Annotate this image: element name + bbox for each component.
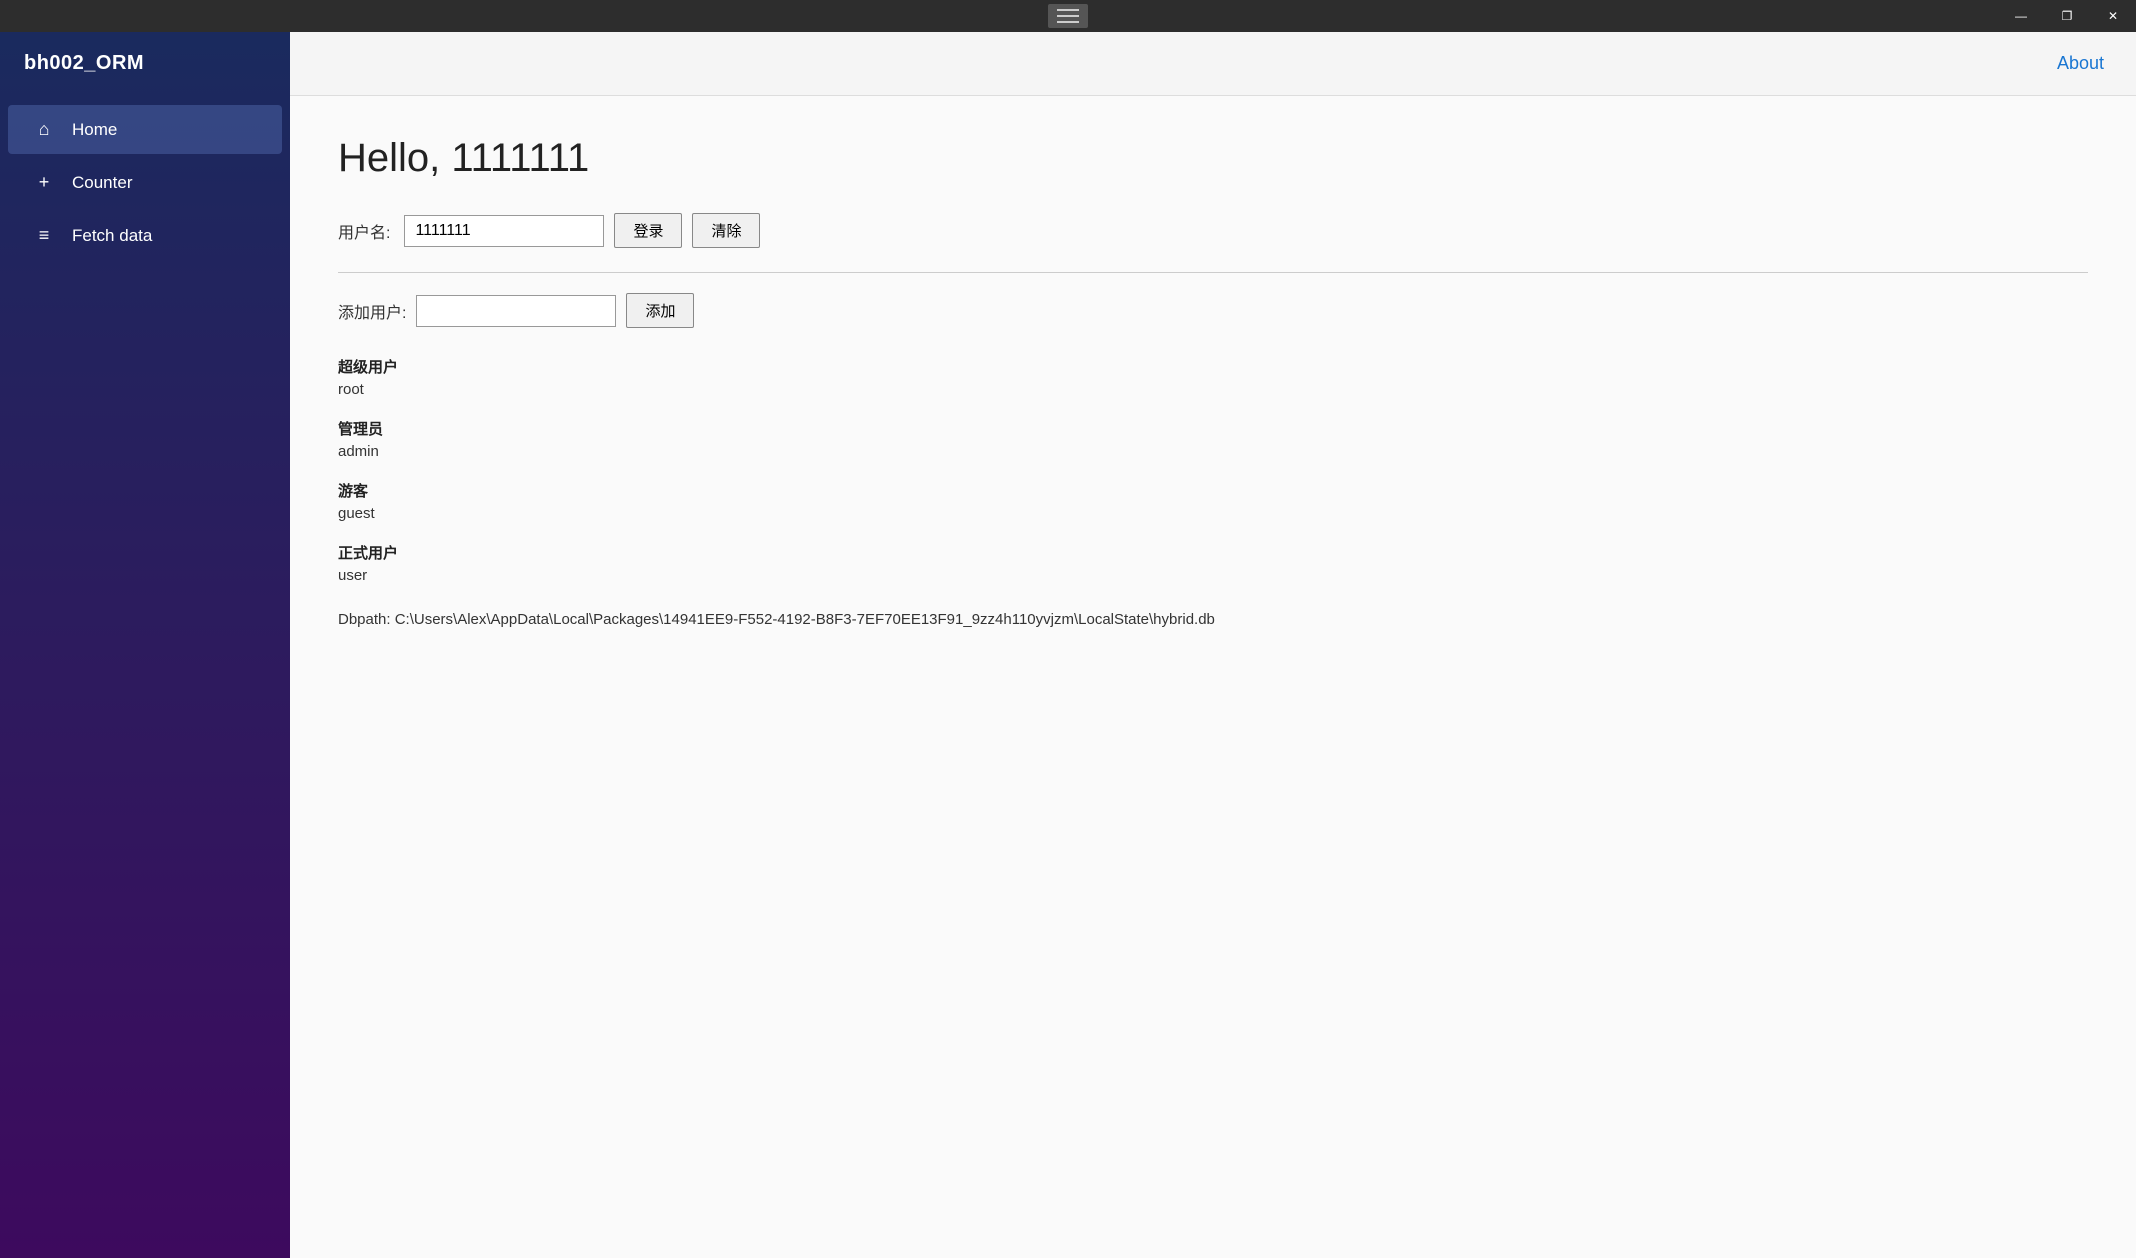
user-group-guest: 游客 guest <box>338 480 2088 522</box>
sidebar-item-fetch-data[interactable]: ≡ Fetch data <box>8 211 282 260</box>
sidebar-item-fetch-data-label: Fetch data <box>72 226 152 246</box>
title-bar: — ❐ ✕ <box>0 0 2136 32</box>
guest-title: 游客 <box>338 480 2088 501</box>
user-group-admin: 管理员 admin <box>338 418 2088 460</box>
guest-name: guest <box>338 505 2088 522</box>
content-area: Hello, 1111111 用户名: 登录 清除 添加用户: 添加 超级用户 … <box>290 96 2136 1258</box>
sidebar-item-counter-label: Counter <box>72 173 132 193</box>
add-user-input[interactable] <box>416 295 616 327</box>
sidebar-brand: bh002_ORM <box>0 32 290 95</box>
close-button[interactable]: ✕ <box>2090 0 2136 32</box>
add-button[interactable]: 添加 <box>626 293 694 328</box>
sidebar-nav: ⌂ Home + Counter ≡ Fetch data <box>0 103 290 262</box>
home-icon: ⌂ <box>32 119 56 140</box>
page-title: Hello, 1111111 <box>338 136 2088 181</box>
login-button[interactable]: 登录 <box>614 213 682 248</box>
user-group-user: 正式用户 user <box>338 542 2088 584</box>
top-bar: About <box>290 32 2136 96</box>
add-user-label: 添加用户: <box>338 299 406 323</box>
add-user-row: 添加用户: 添加 <box>338 293 2088 328</box>
minimize-button[interactable]: — <box>1998 0 2044 32</box>
user-title: 正式用户 <box>338 542 2088 563</box>
login-row: 用户名: 登录 清除 <box>338 213 2088 248</box>
list-icon: ≡ <box>32 225 56 246</box>
restore-button[interactable]: ❐ <box>2044 0 2090 32</box>
app-container: bh002_ORM ⌂ Home + Counter ≡ Fetch data … <box>0 32 2136 1258</box>
main-content: About Hello, 1111111 用户名: 登录 清除 添加用户: 添加… <box>290 32 2136 1258</box>
sidebar-item-home[interactable]: ⌂ Home <box>8 105 282 154</box>
sidebar-item-home-label: Home <box>72 120 117 140</box>
sidebar: bh002_ORM ⌂ Home + Counter ≡ Fetch data <box>0 32 290 1258</box>
admin-title: 管理员 <box>338 418 2088 439</box>
user-name: user <box>338 567 2088 584</box>
username-input[interactable] <box>404 215 604 247</box>
divider <box>338 272 2088 273</box>
sidebar-item-counter[interactable]: + Counter <box>8 158 282 207</box>
admin-name: admin <box>338 443 2088 460</box>
about-link[interactable]: About <box>2057 53 2104 74</box>
clear-button[interactable]: 清除 <box>692 213 760 248</box>
login-label: 用户名: <box>338 219 390 243</box>
plus-icon: + <box>32 172 56 193</box>
dbpath: Dbpath: C:\Users\Alex\AppData\Local\Pack… <box>338 608 2088 632</box>
window-controls: — ❐ ✕ <box>1998 0 2136 32</box>
user-group-super: 超级用户 root <box>338 356 2088 398</box>
hamburger-icon <box>1048 4 1088 28</box>
super-user-title: 超级用户 <box>338 356 2088 377</box>
super-user-name: root <box>338 381 2088 398</box>
